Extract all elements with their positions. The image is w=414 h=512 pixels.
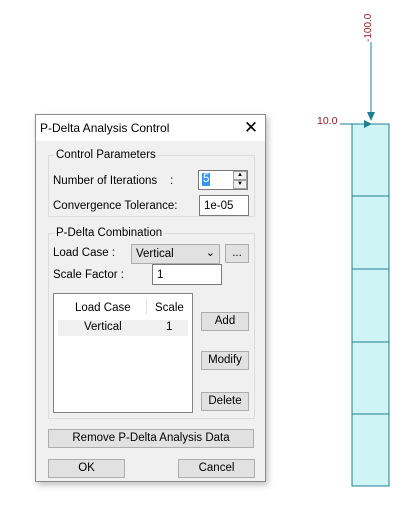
column-separator bbox=[146, 299, 147, 315]
close-icon: ✕ bbox=[243, 118, 259, 137]
chevron-up-icon: ▲ bbox=[237, 172, 243, 178]
tolerance-label: Convergence Tolerance: bbox=[53, 200, 178, 212]
list-header-scale[interactable]: Scale bbox=[155, 302, 184, 314]
browse-button[interactable]: ... bbox=[225, 244, 249, 263]
dialog-title: P-Delta Analysis Control bbox=[40, 121, 170, 135]
top-load-label: -100.0 bbox=[363, 13, 374, 42]
ok-button[interactable]: OK bbox=[48, 459, 125, 478]
scale-factor-label: Scale Factor : bbox=[53, 269, 124, 281]
load-case-select[interactable]: Vertical ⌄ bbox=[131, 244, 220, 264]
add-button[interactable]: Add bbox=[201, 312, 249, 331]
tolerance-input[interactable]: 1e-05 bbox=[199, 195, 249, 216]
pdelta-combination-legend: P-Delta Combination bbox=[56, 227, 163, 239]
load-case-label: Load Case : bbox=[53, 247, 116, 259]
list-item[interactable]: Vertical 1 bbox=[58, 320, 188, 336]
chevron-down-icon: ▼ bbox=[237, 181, 243, 187]
list-header-load-case[interactable]: Load Case bbox=[75, 302, 131, 314]
dialog-titlebar[interactable]: P-Delta Analysis Control ✕ bbox=[36, 115, 265, 141]
iterations-spinner[interactable]: 5 ▲ ▼ bbox=[198, 170, 248, 190]
load-case-list[interactable]: Load Case Scale Vertical 1 bbox=[53, 293, 193, 413]
modify-button[interactable]: Modify bbox=[201, 351, 249, 370]
iterations-label: Number of Iterations bbox=[53, 175, 158, 187]
iterations-value[interactable]: 5 bbox=[202, 173, 211, 186]
side-load-label: 10.0 bbox=[317, 115, 338, 127]
scale-factor-input[interactable]: 1 bbox=[152, 264, 222, 285]
iterations-colon: : bbox=[170, 175, 174, 187]
remove-pdelta-data-button[interactable]: Remove P-Delta Analysis Data bbox=[48, 429, 254, 448]
spin-down-button[interactable]: ▼ bbox=[233, 180, 247, 189]
pdelta-dialog: P-Delta Analysis Control ✕ Control Param… bbox=[35, 114, 266, 482]
delete-button[interactable]: Delete bbox=[201, 392, 249, 411]
spin-up-button[interactable]: ▲ bbox=[233, 171, 247, 180]
close-button[interactable]: ✕ bbox=[239, 117, 263, 139]
load-case-selected: Vertical bbox=[136, 248, 174, 260]
chevron-down-icon: ⌄ bbox=[205, 247, 215, 259]
column-member bbox=[351, 123, 390, 487]
row-load-case: Vertical bbox=[84, 321, 122, 333]
row-scale: 1 bbox=[166, 321, 173, 333]
spinner-buttons: ▲ ▼ bbox=[233, 171, 247, 189]
cancel-button[interactable]: Cancel bbox=[178, 459, 255, 478]
control-parameters-legend: Control Parameters bbox=[56, 149, 156, 161]
top-load-arrow bbox=[367, 42, 375, 121]
column-body bbox=[351, 123, 390, 487]
